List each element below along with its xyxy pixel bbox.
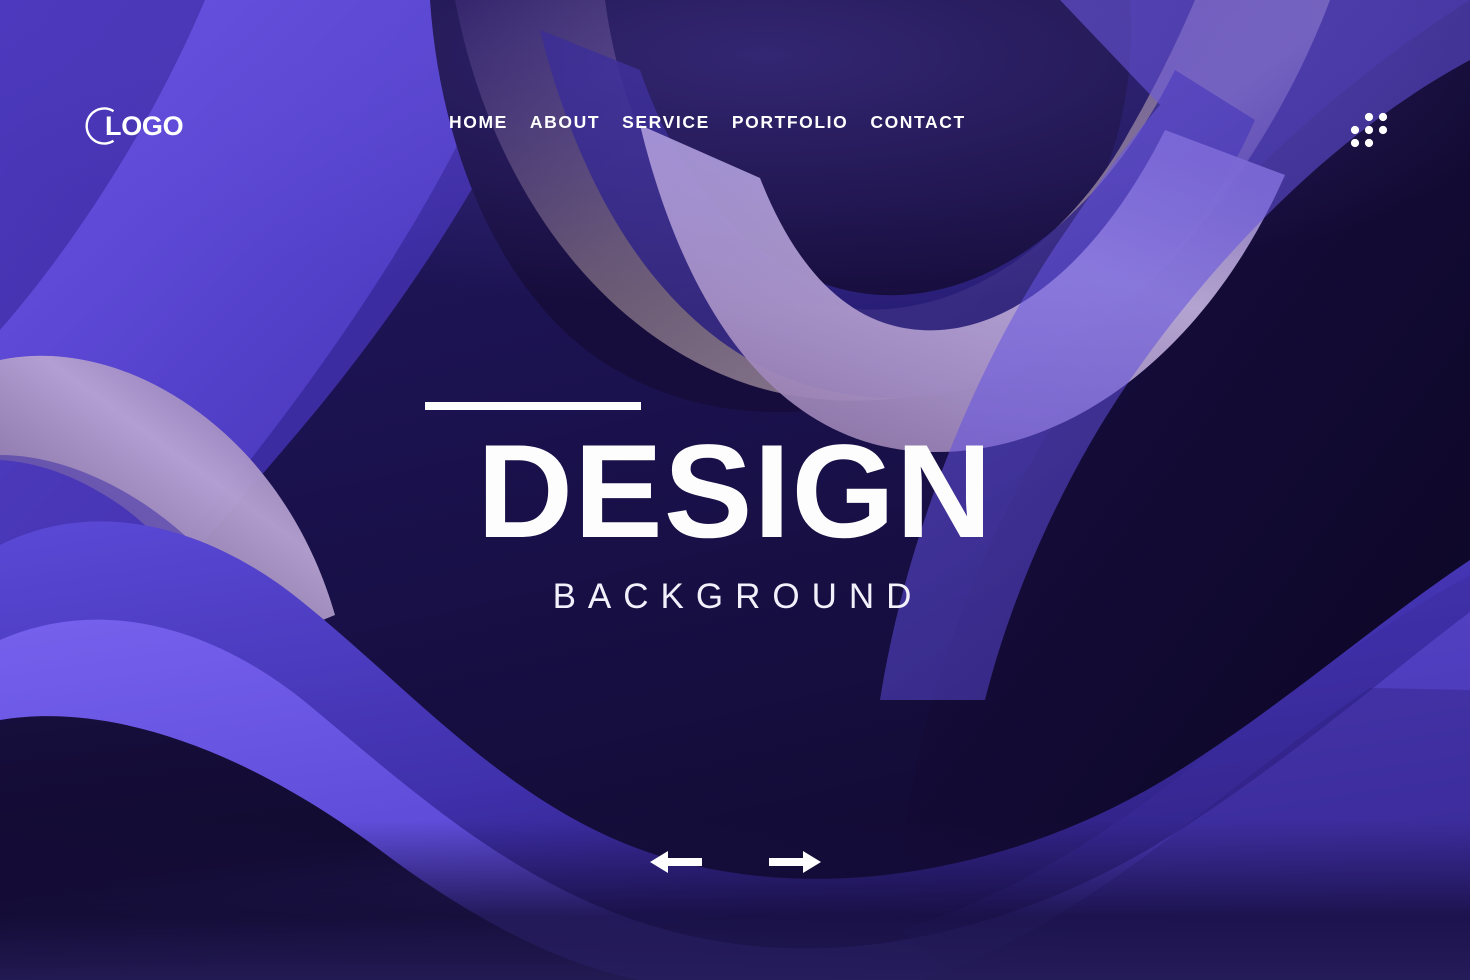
- nav-item-home[interactable]: HOME: [449, 113, 508, 132]
- menu-button[interactable]: [1349, 111, 1389, 149]
- nav-item-contact[interactable]: CONTACT: [870, 113, 965, 132]
- carousel-prev-button[interactable]: [649, 845, 703, 879]
- logo[interactable]: LOGO: [80, 103, 184, 149]
- nav-item-service[interactable]: SERVICE: [622, 113, 710, 132]
- dot-grid-icon: [1350, 112, 1388, 148]
- carousel-next-button[interactable]: [768, 845, 822, 879]
- nav-item-about[interactable]: ABOUT: [530, 113, 600, 132]
- design-background-hero: LOGO HOME ABOUT SERVICE PORTFOLIO CONTAC…: [0, 0, 1470, 980]
- logo-text: LOGO: [105, 110, 184, 141]
- abstract-wave-background: [0, 0, 1470, 980]
- nav-item-portfolio[interactable]: PORTFOLIO: [732, 113, 848, 132]
- arrow-right-icon: [768, 851, 821, 873]
- arrow-left-icon: [649, 851, 702, 873]
- carousel-controls: [0, 845, 1470, 879]
- main-nav: HOME ABOUT SERVICE PORTFOLIO CONTACT: [449, 113, 966, 132]
